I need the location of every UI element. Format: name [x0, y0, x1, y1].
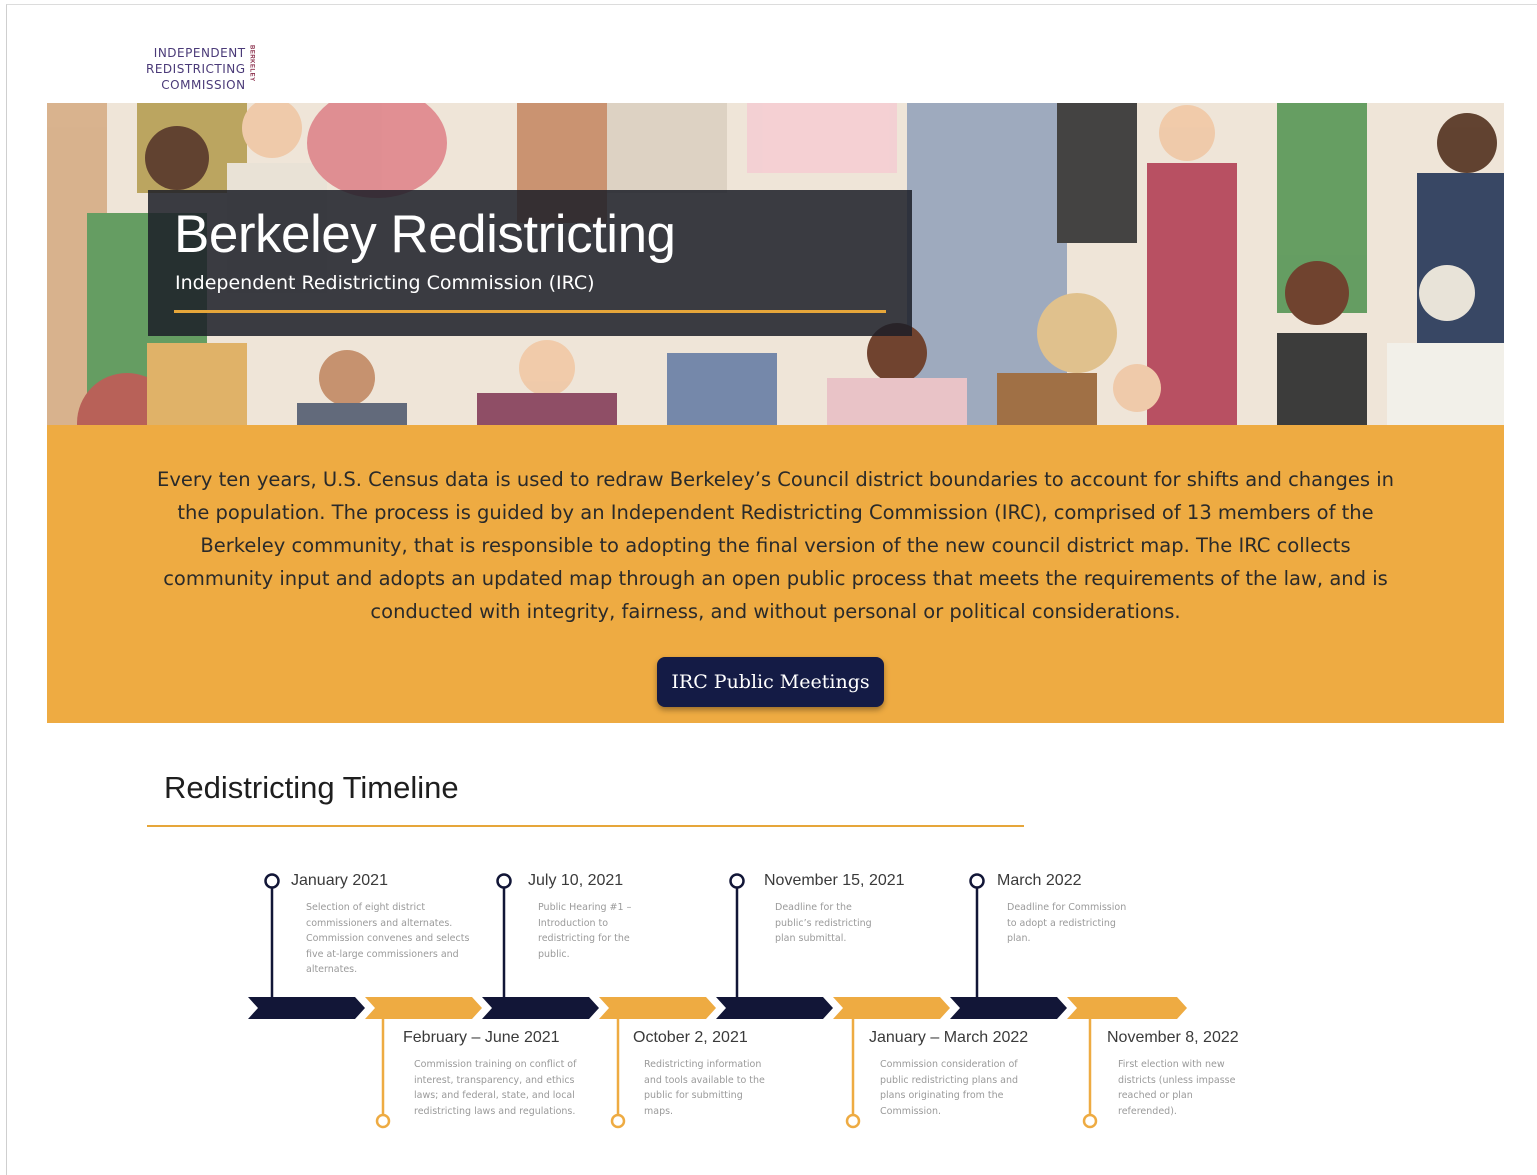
timeline-segment-5: [716, 997, 833, 1019]
stem-6-node: [845, 1113, 861, 1129]
timeline-date-3: July 10, 2021: [528, 872, 624, 889]
timeline-date-7: March 2022: [997, 872, 1082, 889]
stem-5-node: [729, 873, 745, 889]
timeline-segment-6: [833, 997, 950, 1019]
timeline-date-4: October 2, 2021: [633, 1029, 748, 1046]
timeline-date-5: November 15, 2021: [764, 872, 905, 889]
stem-1-node: [264, 873, 280, 889]
timeline-date-1: January 2021: [291, 872, 388, 889]
stem-3-node: [496, 873, 512, 889]
timeline-desc-6: Commission consideration of public redis…: [880, 1059, 1019, 1117]
timeline-segment-2: [365, 997, 482, 1019]
timeline-desc-2: Commission training on conflict of inter…: [414, 1059, 577, 1117]
timeline-date-6: January – March 2022: [869, 1029, 1029, 1046]
timeline-segment-3: [482, 997, 599, 1019]
timeline-date-8: November 8, 2022: [1107, 1029, 1239, 1046]
timeline-desc-7: Deadline for Commission to adopt a redis…: [1007, 902, 1127, 944]
timeline-segment-4: [599, 997, 716, 1019]
timeline-desc-4: Redistricting information and tools avai…: [644, 1059, 765, 1117]
stem-2-node: [375, 1113, 391, 1129]
stem-4-node: [610, 1113, 626, 1129]
timeline-graphic: [248, 873, 1187, 1129]
timeline-segment-1: [248, 997, 365, 1019]
timeline-segment-7: [950, 997, 1067, 1019]
timeline-desc-1: Selection of eight district commissioner…: [306, 902, 470, 975]
timeline-desc-5: Deadline for the public’s redistricting …: [775, 902, 872, 944]
timeline-segment-8: [1067, 997, 1187, 1019]
timeline-desc-3: Public Hearing #1 – Introduction to redi…: [538, 902, 632, 960]
timeline-date-2: February – June 2021: [403, 1029, 560, 1046]
stem-7-node: [969, 873, 985, 889]
timeline-desc-8: First election with new districts (unles…: [1118, 1059, 1236, 1117]
stem-8-node: [1082, 1113, 1098, 1129]
